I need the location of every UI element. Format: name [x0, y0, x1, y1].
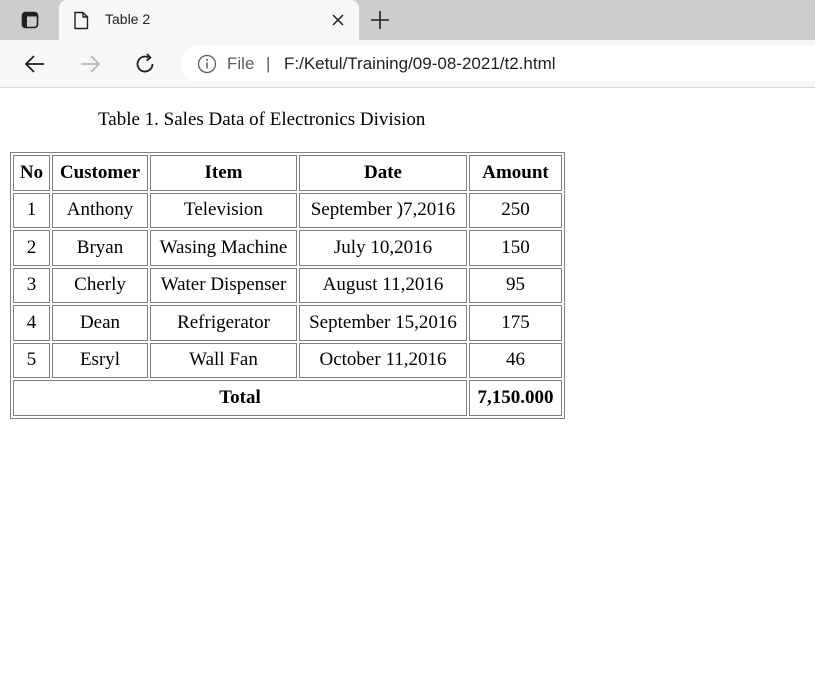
cell-date: October 11,2016 — [299, 342, 467, 378]
arrow-right-icon — [81, 55, 100, 73]
cell-customer: Esryl — [52, 342, 148, 378]
cell-item: Water Dispenser — [150, 267, 297, 303]
table-row: 1 Anthony Television September )7,2016 2… — [13, 192, 562, 228]
close-icon[interactable] — [329, 11, 347, 29]
table-row: 4 Dean Refrigerator September 15,2016 17… — [13, 305, 562, 341]
cell-item: Wall Fan — [150, 342, 297, 378]
cell-item: Wasing Machine — [150, 230, 297, 266]
cell-no: 5 — [13, 342, 50, 378]
cell-customer: Dean — [52, 305, 148, 341]
cell-date: July 10,2016 — [299, 230, 467, 266]
header-customer: Customer — [52, 155, 148, 191]
cell-customer: Anthony — [52, 192, 148, 228]
tab-active[interactable]: Table 2 — [59, 0, 359, 40]
address-separator: | — [266, 54, 271, 73]
info-icon[interactable] — [197, 54, 217, 74]
table-header-row: No Customer Item Date Amount — [13, 155, 562, 191]
tab-title: Table 2 — [105, 11, 151, 27]
navigation-bar: File | F:/Ketul/Training/09-08-2021/t2.h… — [0, 40, 815, 88]
cell-no: 3 — [13, 267, 50, 303]
cell-item: Television — [150, 192, 297, 228]
page-icon — [74, 11, 89, 30]
cell-amount: 95 — [469, 267, 562, 303]
arrow-left-icon[interactable] — [23, 52, 47, 76]
sales-table: No Customer Item Date Amount 1 Anthony T… — [10, 152, 565, 419]
table-row: 5 Esryl Wall Fan October 11,2016 46 — [13, 342, 562, 378]
cell-no: 2 — [13, 230, 50, 266]
cell-customer: Bryan — [52, 230, 148, 266]
cell-amount: 46 — [469, 342, 562, 378]
total-label: Total — [13, 380, 467, 416]
cell-amount: 150 — [469, 230, 562, 266]
table-caption: Table 1. Sales Data of Electronics Divis… — [98, 109, 426, 130]
cell-date: September )7,2016 — [299, 192, 467, 228]
address-bar[interactable]: File | F:/Ketul/Training/09-08-2021/t2.h… — [181, 45, 815, 82]
page-content: Table 1. Sales Data of Electronics Divis… — [0, 89, 815, 682]
table-row: 2 Bryan Wasing Machine July 10,2016 150 — [13, 230, 562, 266]
cell-no: 1 — [13, 192, 50, 228]
plus-icon[interactable] — [368, 8, 392, 32]
tab-actions-icon — [21, 11, 39, 29]
cell-date: August 11,2016 — [299, 267, 467, 303]
cell-item: Refrigerator — [150, 305, 297, 341]
total-amount: 7,150.000 — [469, 380, 562, 416]
header-item: Item — [150, 155, 297, 191]
cell-customer: Cherly — [52, 267, 148, 303]
cell-date: September 15,2016 — [299, 305, 467, 341]
table-total-row: Total 7,150.000 — [13, 380, 562, 416]
table-row: 3 Cherly Water Dispenser August 11,2016 … — [13, 267, 562, 303]
header-amount: Amount — [469, 155, 562, 191]
header-no: No — [13, 155, 50, 191]
header-date: Date — [299, 155, 467, 191]
cell-amount: 175 — [469, 305, 562, 341]
tab-bar: Table 2 — [0, 0, 815, 40]
tab-actions-button[interactable] — [10, 6, 50, 34]
cell-amount: 250 — [469, 192, 562, 228]
url-text[interactable]: F:/Ketul/Training/09-08-2021/t2.html — [284, 54, 556, 74]
scheme-label: File — [227, 54, 255, 73]
refresh-icon[interactable] — [133, 52, 157, 76]
cell-no: 4 — [13, 305, 50, 341]
